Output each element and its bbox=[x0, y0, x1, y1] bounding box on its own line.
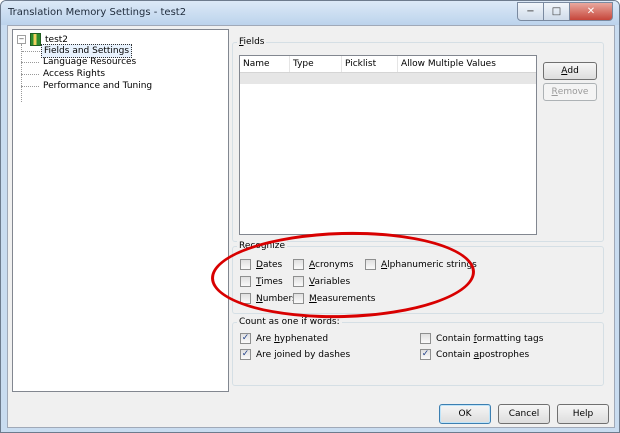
column-header-name[interactable]: Name bbox=[240, 56, 290, 72]
tree-item-language-resources[interactable]: Language Resources bbox=[20, 56, 138, 68]
recognize-group: Recognize Dates Times Numbers Acronyms V… bbox=[232, 241, 604, 314]
checkbox-box[interactable] bbox=[240, 293, 251, 304]
fields-list-header: Name Type Picklist Allow Multiple Values bbox=[240, 56, 536, 73]
add-button[interactable]: Add bbox=[543, 62, 597, 80]
maximize-button[interactable]: □ bbox=[544, 2, 570, 21]
checkbox-box[interactable] bbox=[420, 333, 431, 344]
title-bar[interactable]: Translation Memory Settings - test2 − □ … bbox=[1, 1, 619, 25]
fields-legend: Fields bbox=[237, 37, 267, 47]
times-checkbox[interactable]: Times bbox=[240, 276, 283, 287]
fields-list[interactable]: Name Type Picklist Allow Multiple Values bbox=[239, 55, 537, 235]
minimize-button[interactable]: − bbox=[517, 2, 544, 21]
translation-memory-icon bbox=[30, 33, 41, 46]
list-item[interactable] bbox=[240, 73, 536, 84]
column-header-picklist[interactable]: Picklist bbox=[342, 56, 398, 72]
checkbox-box[interactable] bbox=[365, 259, 376, 270]
joined-by-dashes-checkbox[interactable]: Are joined by dashes bbox=[240, 349, 350, 360]
tree-root-label: test2 bbox=[45, 34, 69, 45]
remove-button: Remove bbox=[543, 83, 597, 101]
column-header-allow-multiple-values[interactable]: Allow Multiple Values bbox=[398, 56, 536, 72]
settings-tree[interactable]: − test2 Fields and Settings Language Res… bbox=[12, 29, 229, 392]
window-title: Translation Memory Settings - test2 bbox=[8, 7, 187, 18]
checkbox-box[interactable] bbox=[293, 259, 304, 270]
hyphenated-checkbox[interactable]: Are hyphenated bbox=[240, 333, 328, 344]
column-header-type[interactable]: Type bbox=[290, 56, 342, 72]
dates-checkbox[interactable]: Dates bbox=[240, 259, 282, 270]
count-legend: Count as one if words: bbox=[237, 317, 342, 327]
checkbox-box[interactable] bbox=[240, 349, 251, 360]
measurements-checkbox[interactable]: Measurements bbox=[293, 293, 375, 304]
dialog-client-area: − test2 Fields and Settings Language Res… bbox=[7, 25, 615, 428]
acronyms-checkbox[interactable]: Acronyms bbox=[293, 259, 353, 270]
alphanumeric-strings-checkbox[interactable]: Alphanumeric strings bbox=[365, 259, 477, 270]
help-button[interactable]: Help bbox=[557, 404, 609, 424]
numbers-checkbox[interactable]: Numbers bbox=[240, 293, 297, 304]
checkbox-box[interactable] bbox=[293, 293, 304, 304]
apostrophes-checkbox[interactable]: Contain apostrophes bbox=[420, 349, 529, 360]
tree-item-performance-and-tuning[interactable]: Performance and Tuning bbox=[20, 80, 154, 92]
window-controls: − □ ✕ bbox=[517, 2, 613, 21]
close-button[interactable]: ✕ bbox=[570, 2, 613, 21]
fields-group: Fields Name Type Picklist Allow Multiple… bbox=[232, 37, 604, 242]
ok-button[interactable]: OK bbox=[439, 404, 491, 424]
collapse-icon[interactable]: − bbox=[17, 35, 26, 44]
variables-checkbox[interactable]: Variables bbox=[293, 276, 350, 287]
count-as-one-group: Count as one if words: Are hyphenated Ar… bbox=[232, 317, 604, 386]
checkbox-box[interactable] bbox=[420, 349, 431, 360]
dialog-window: Translation Memory Settings - test2 − □ … bbox=[0, 0, 620, 433]
tree-item-access-rights[interactable]: Access Rights bbox=[20, 68, 107, 80]
recognize-legend: Recognize bbox=[237, 241, 288, 251]
checkbox-box[interactable] bbox=[240, 276, 251, 287]
checkbox-box[interactable] bbox=[293, 276, 304, 287]
cancel-button[interactable]: Cancel bbox=[498, 404, 550, 424]
tree-connector bbox=[21, 44, 23, 102]
checkbox-box[interactable] bbox=[240, 333, 251, 344]
checkbox-box[interactable] bbox=[240, 259, 251, 270]
formatting-tags-checkbox[interactable]: Contain formatting tags bbox=[420, 333, 543, 344]
